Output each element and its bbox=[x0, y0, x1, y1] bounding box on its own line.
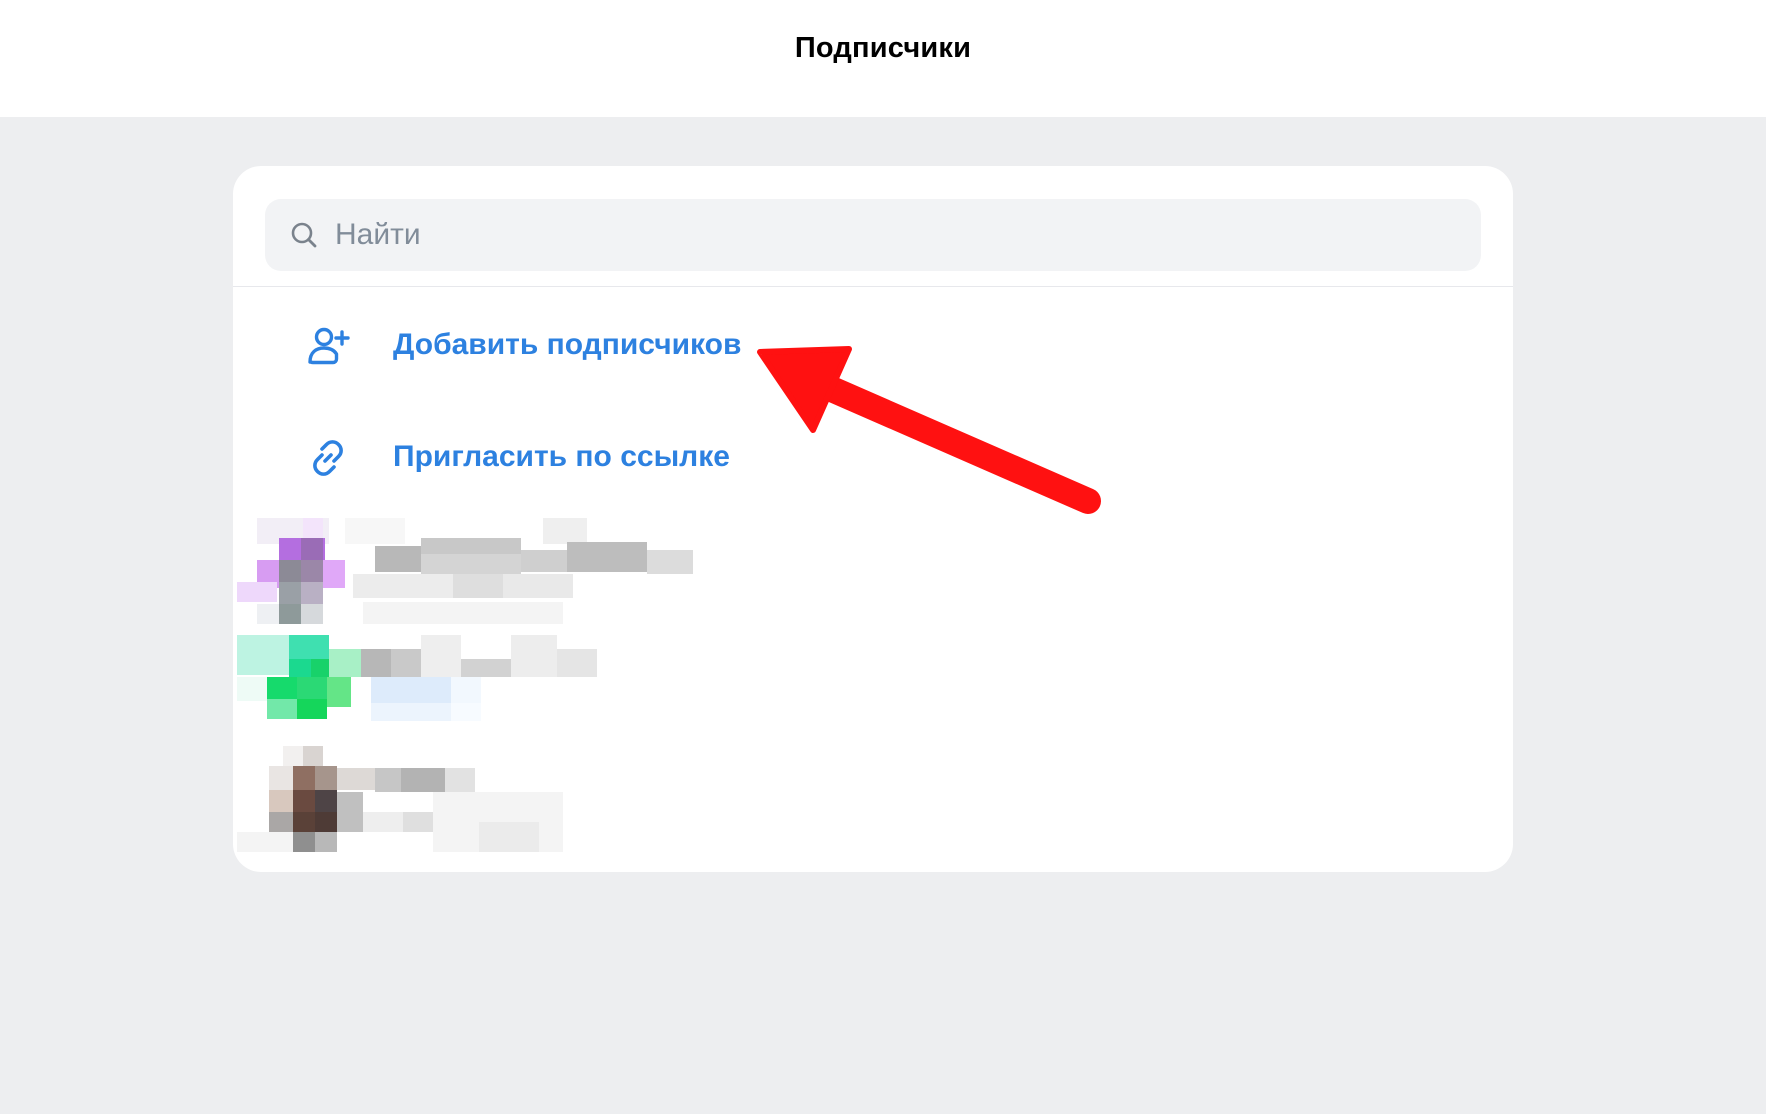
link-icon bbox=[313, 440, 343, 476]
search-box[interactable] bbox=[265, 199, 1481, 271]
subscribers-card: Добавить подписчиков Пригласить по ссылк… bbox=[233, 166, 1513, 872]
search-input[interactable] bbox=[335, 199, 1455, 271]
invite-by-link-label: Пригласить по ссылке bbox=[393, 440, 730, 473]
list-item[interactable] bbox=[237, 518, 693, 630]
page-title: Подписчики bbox=[794, 32, 972, 64]
list-item[interactable] bbox=[237, 633, 693, 745]
list-item[interactable] bbox=[237, 746, 693, 858]
add-subscribers-label: Добавить подписчиков bbox=[393, 328, 742, 361]
subscriber-list bbox=[237, 518, 693, 858]
add-subscribers-button[interactable]: Добавить подписчиков bbox=[233, 300, 1513, 390]
page-header: Подписчики bbox=[0, 0, 1766, 117]
user-add-icon bbox=[308, 327, 350, 365]
search-icon bbox=[291, 222, 317, 248]
invite-by-link-button[interactable]: Пригласить по ссылке bbox=[233, 412, 1513, 502]
divider bbox=[233, 286, 1513, 287]
